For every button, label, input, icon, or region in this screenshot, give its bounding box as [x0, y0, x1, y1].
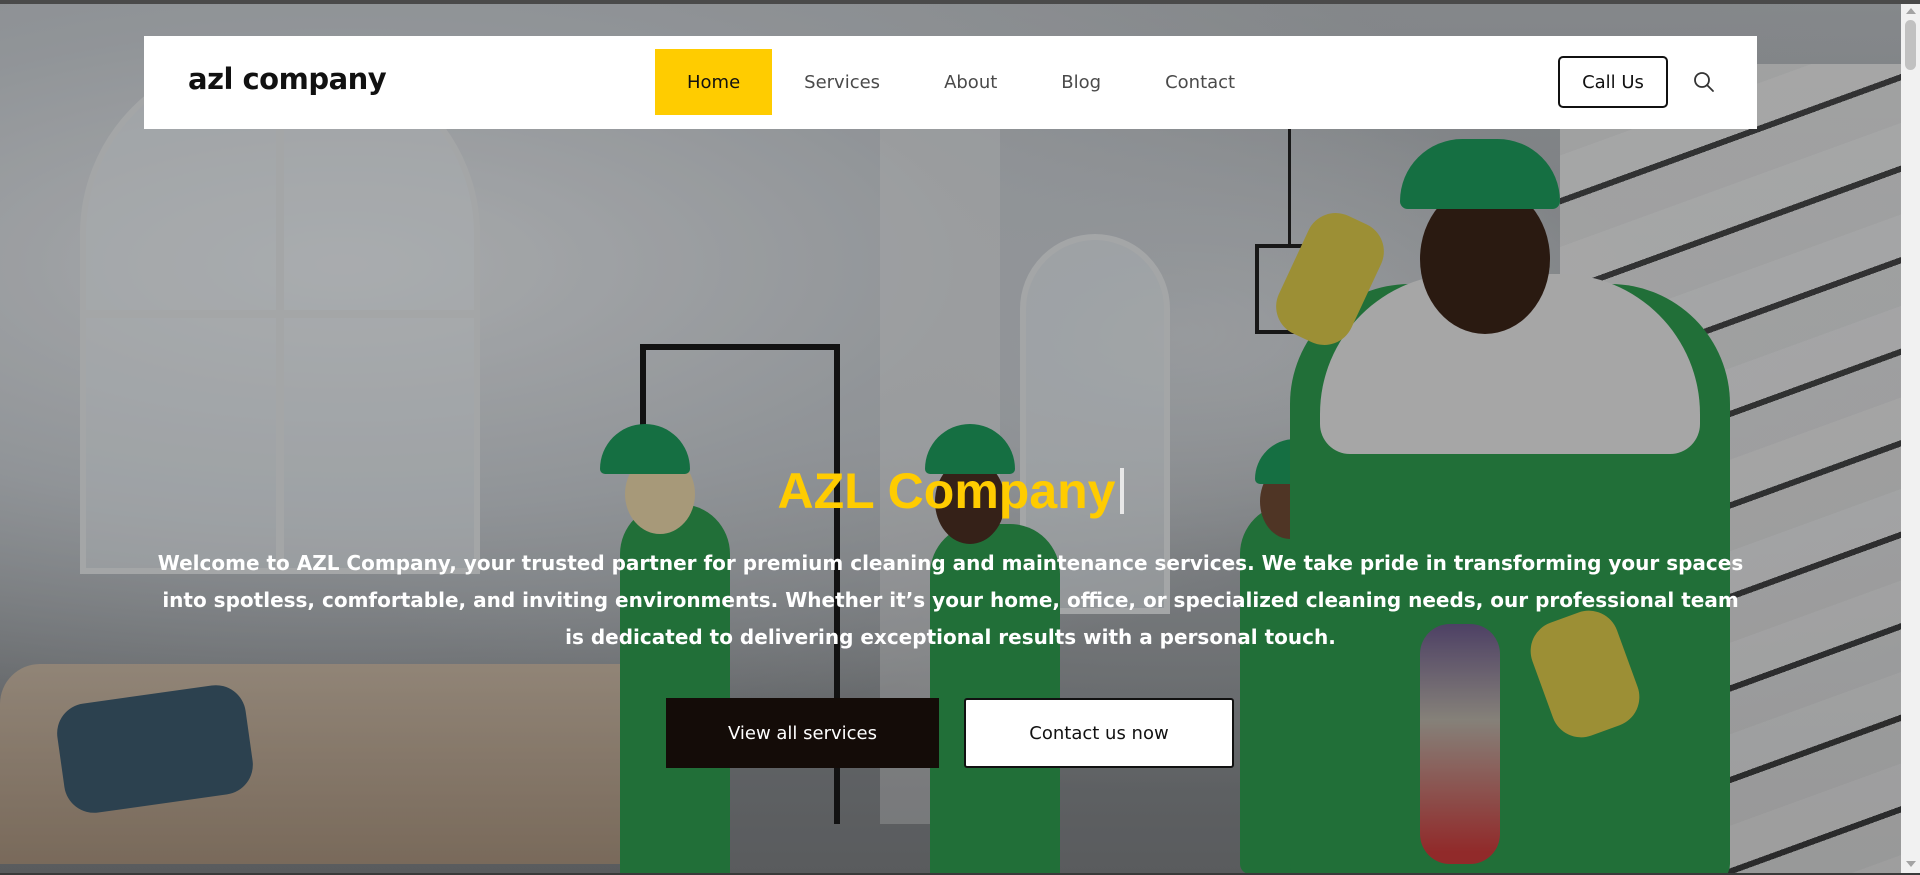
hero-title: AZL Company	[0, 462, 1901, 520]
scrollbar-thumb[interactable]	[1905, 20, 1916, 70]
hero-description: Welcome to AZL Company, your trusted par…	[157, 551, 1744, 649]
page-scrollbar[interactable]	[1901, 4, 1920, 873]
contact-us-now-button[interactable]: Contact us now	[964, 698, 1234, 768]
site-logo[interactable]: azl company	[188, 62, 387, 96]
search-button[interactable]	[1689, 67, 1719, 97]
typing-caret	[1119, 468, 1124, 514]
search-icon	[1694, 72, 1714, 92]
nav-item-blog[interactable]: Blog	[1029, 49, 1133, 115]
view-all-services-button[interactable]: View all services	[666, 698, 939, 768]
scroll-down-arrow-icon[interactable]	[1906, 861, 1916, 867]
site-header: azl company Home Services About Blog Con…	[144, 36, 1757, 129]
scroll-up-arrow-icon[interactable]	[1906, 8, 1916, 14]
nav-item-home[interactable]: Home	[655, 49, 773, 115]
nav-item-services[interactable]: Services	[772, 49, 912, 115]
nav-item-about[interactable]: About	[912, 49, 1029, 115]
main-nav: Home Services About Blog Contact	[655, 49, 1267, 115]
hero-dark-overlay	[0, 4, 1901, 873]
hero-background-image	[0, 4, 1901, 873]
call-us-button[interactable]: Call Us	[1558, 56, 1668, 108]
nav-item-contact[interactable]: Contact	[1133, 49, 1267, 115]
hero-title-text: AZL Company	[777, 463, 1116, 519]
